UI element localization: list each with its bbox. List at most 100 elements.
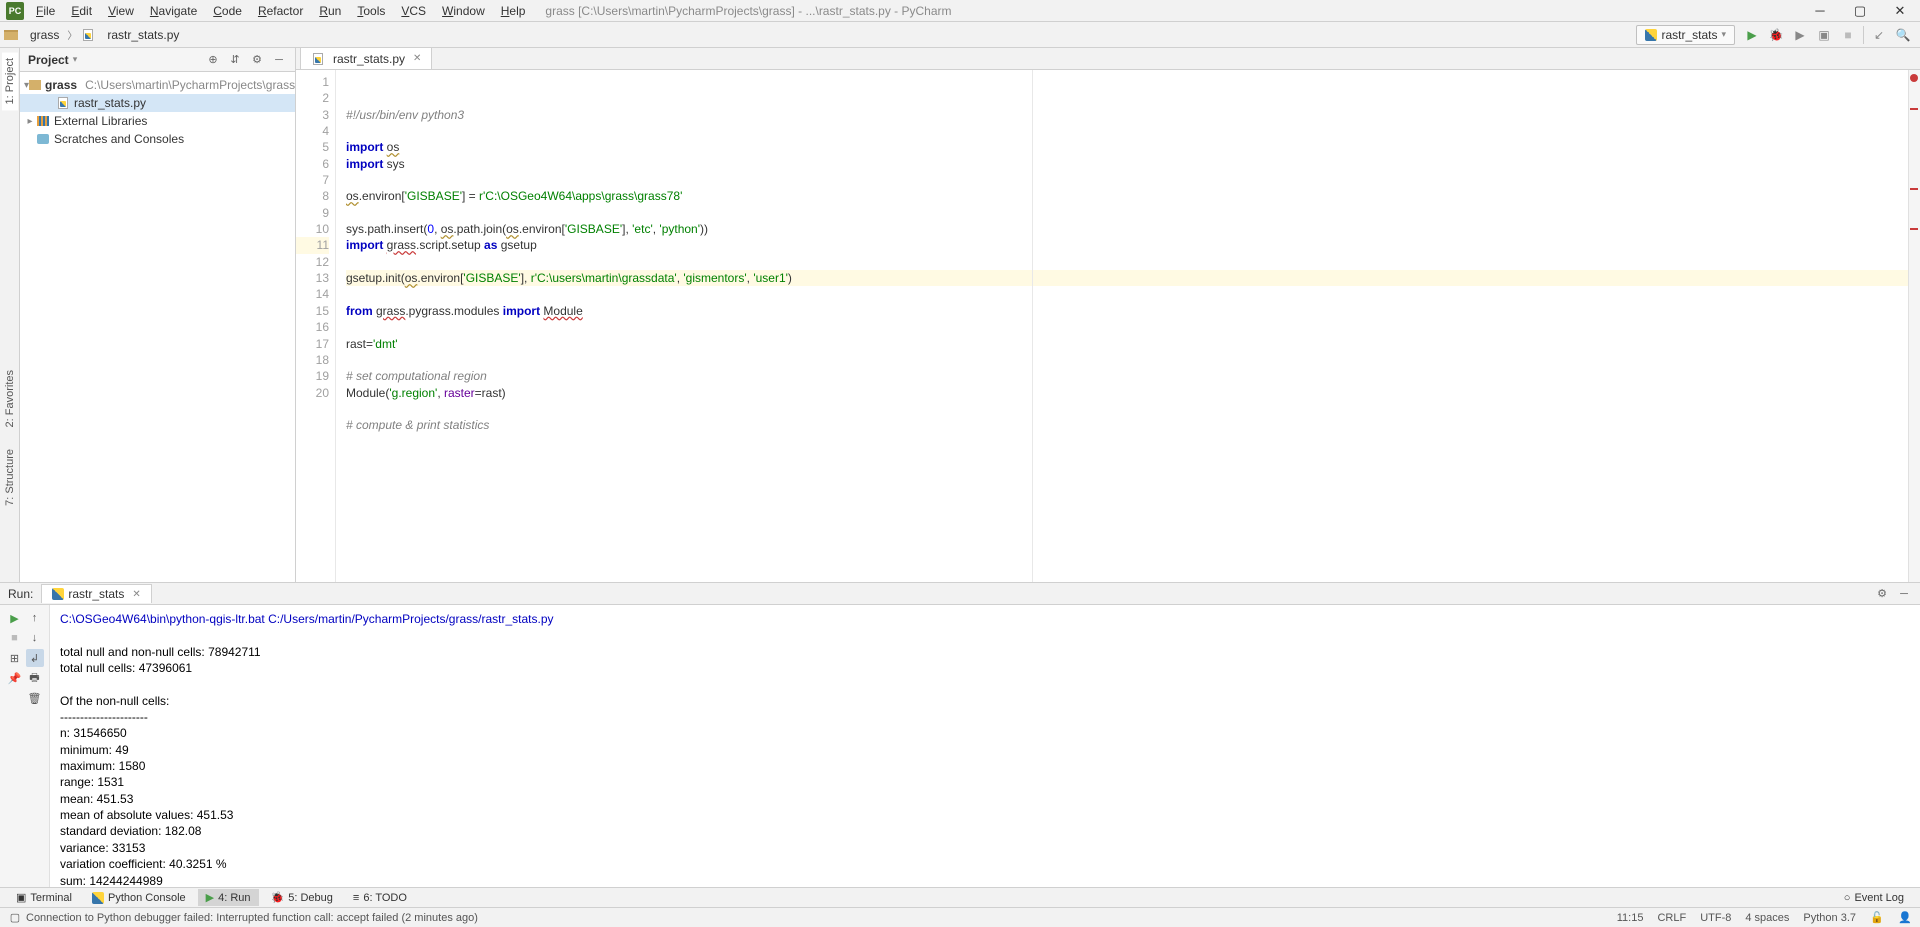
todo-tool-button[interactable]: ≡ 6: TODO [345,890,415,906]
attach-button[interactable]: ▣ [1815,26,1833,44]
code-line[interactable] [346,205,1908,221]
expand-arrow-icon[interactable]: ▸ [24,116,36,127]
code-line[interactable]: Module('g.region', raster=rast) [346,385,1908,401]
run-with-coverage-button[interactable]: ▶ [1791,26,1809,44]
hide-panel-icon[interactable]: ─ [1896,586,1912,602]
search-everywhere-button[interactable]: 🔍 [1894,26,1912,44]
settings-icon[interactable]: ⚙ [1874,586,1890,602]
line-separator[interactable]: CRLF [1657,912,1686,924]
run-button[interactable]: ▶ [1743,26,1761,44]
python-console-tool-button[interactable]: Python Console [84,890,194,906]
breadcrumb-item[interactable]: rastr_stats.py [103,26,183,44]
error-indicator-icon[interactable] [1910,74,1918,82]
menu-help[interactable]: Help [495,2,532,20]
code-line[interactable]: os.environ['GISBASE'] = r'C:\OSGeo4W64\a… [346,188,1908,204]
code-line[interactable]: import grass.script.setup as gsetup [346,237,1908,253]
menu-refactor[interactable]: Refactor [252,2,309,20]
editor-body[interactable]: 1234567891011121314151617181920 #!/usr/b… [296,70,1920,582]
project-tree[interactable]: ▾ grassC:\Users\martin\PycharmProjects\g… [20,72,295,582]
tree-file-item[interactable]: rastr_stats.py [20,94,295,112]
debug-tool-button[interactable]: 🐞 5: Debug [263,889,341,906]
error-mark[interactable] [1910,108,1918,110]
tool-windows-toggle-icon[interactable]: ▢ [8,911,22,925]
maximize-button[interactable]: ▢ [1840,0,1880,22]
error-mark[interactable] [1910,188,1918,190]
scroll-up-button[interactable]: ↑ [26,609,44,627]
menu-edit[interactable]: Edit [65,2,98,20]
editor-tab[interactable]: rastr_stats.py ✕ [300,48,432,69]
terminal-tool-button[interactable]: ▣ Terminal [8,889,80,906]
code-line[interactable] [346,286,1908,302]
run-tab[interactable]: rastr_stats ✕ [41,584,151,603]
code-line[interactable] [346,352,1908,368]
code-line[interactable] [346,254,1908,270]
project-panel-title[interactable]: Project [28,53,69,67]
python-interpreter[interactable]: Python 3.7 [1803,912,1856,924]
code-line[interactable] [346,319,1908,335]
code-line[interactable]: sys.path.insert(0, os.path.join(os.envir… [346,221,1908,237]
stop-button[interactable]: ■ [1839,26,1857,44]
project-panel: Project ▾ ⊕ ⇵ ⚙ ─ ▾ grassC:\Users\martin… [20,48,296,582]
code-line[interactable]: import os [346,139,1908,155]
tree-label: External Libraries [54,114,147,128]
code-line[interactable]: import sys [346,156,1908,172]
error-stripe[interactable] [1908,70,1920,582]
structure-tool-tab[interactable]: 7: Structure [2,443,18,512]
code-line[interactable]: gsetup.init(os.environ['GISBASE'], r'C:\… [346,270,1908,286]
update-button[interactable]: ↙ [1870,26,1888,44]
code-line[interactable]: rast='dmt' [346,336,1908,352]
code-line[interactable]: from grass.pygrass.modules import Module [346,303,1908,319]
chevron-down-icon[interactable]: ▾ [73,54,78,65]
rerun-button[interactable]: ▶ [6,609,24,627]
breadcrumb-item[interactable]: grass [26,26,63,44]
code-line[interactable] [346,401,1908,417]
print-button[interactable]: 🖶 [26,669,44,687]
lock-icon[interactable]: 🔓 [1870,911,1884,925]
close-tab-icon[interactable]: ✕ [413,53,421,64]
menu-file[interactable]: File [30,2,61,20]
run-tool-button[interactable]: ▶ 4: Run [198,889,259,906]
tree-scratches-item[interactable]: Scratches and Consoles [20,130,295,148]
code-line[interactable] [346,123,1908,139]
cursor-position[interactable]: 11:15 [1617,912,1644,924]
code-line[interactable]: # set computational region [346,368,1908,384]
pin-button[interactable]: 📌 [6,669,24,687]
error-mark[interactable] [1910,228,1918,230]
hide-panel-icon[interactable]: ─ [271,52,287,68]
scroll-down-button[interactable]: ↓ [26,629,44,647]
soft-wrap-button[interactable]: ↲ [26,649,44,667]
menu-code[interactable]: Code [207,2,248,20]
menu-window[interactable]: Window [436,2,491,20]
close-window-button[interactable]: ✕ [1880,0,1920,22]
menu-tools[interactable]: Tools [351,2,391,20]
tree-external-libraries[interactable]: ▸ External Libraries [20,112,295,130]
menu-navigate[interactable]: Navigate [144,2,203,20]
expand-all-icon[interactable]: ⇵ [227,52,243,68]
project-tool-tab[interactable]: 1: Project [2,52,18,110]
menu-vcs[interactable]: VCS [395,2,432,20]
tree-root-item[interactable]: ▾ grassC:\Users\martin\PycharmProjects\g… [20,76,295,94]
console-output[interactable]: C:\OSGeo4W64\bin\python-qgis-ltr.bat C:/… [50,605,1920,887]
code-line[interactable]: # compute & print statistics [346,417,1908,433]
event-log-button[interactable]: ○ Event Log [1836,890,1912,906]
close-tab-icon[interactable]: ✕ [132,589,140,600]
code-line[interactable]: #!/usr/bin/env python3 [346,107,1908,123]
favorites-tool-tab[interactable]: 2: Favorites [2,364,18,433]
file-encoding[interactable]: UTF-8 [1700,912,1731,924]
menu-run[interactable]: Run [313,2,347,20]
layout-button[interactable]: ⊞ [6,649,24,667]
debug-button[interactable]: 🐞 [1767,26,1785,44]
code-line[interactable] [346,172,1908,188]
minimize-button[interactable]: ─ [1800,0,1840,22]
clear-button[interactable]: 🗑 [26,689,44,707]
indent-setting[interactable]: 4 spaces [1745,912,1789,924]
run-config-selector[interactable]: rastr_stats ▾ [1636,25,1735,45]
code-editor[interactable]: #!/usr/bin/env python3 import osimport s… [336,70,1908,582]
menu-view[interactable]: View [102,2,140,20]
line-number-gutter[interactable]: 1234567891011121314151617181920 [296,70,336,582]
hector-icon[interactable]: 👤 [1898,911,1912,925]
select-opened-file-icon[interactable]: ⊕ [205,52,221,68]
title-bar: PC FileEditViewNavigateCodeRefactorRunTo… [0,0,1920,22]
stop-button[interactable]: ■ [6,629,24,647]
settings-icon[interactable]: ⚙ [249,52,265,68]
